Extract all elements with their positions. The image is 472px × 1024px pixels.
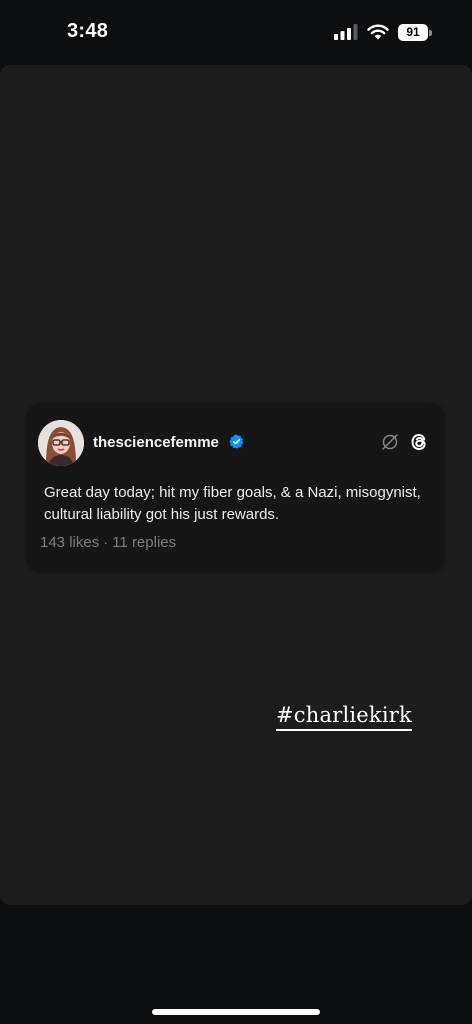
cellular-signal-icon <box>334 24 358 40</box>
battery-cap <box>429 29 432 36</box>
replies-count[interactable]: 11 replies <box>112 534 176 551</box>
battery-level: 91 <box>406 25 420 39</box>
status-indicators: 91 <box>334 22 432 42</box>
wifi-icon <box>367 24 389 40</box>
story-screen: 3:48 91 thesciencefemme Great day today;… <box>0 0 472 1024</box>
status-bar: 3:48 91 <box>0 0 472 64</box>
avatar[interactable] <box>38 420 84 466</box>
status-time: 3:48 <box>67 20 109 42</box>
hashtag-sticker[interactable]: #charliekirk <box>276 702 412 731</box>
threads-post-card[interactable]: thesciencefemme Great day today; hit my … <box>27 403 444 571</box>
story-canvas: thesciencefemme Great day today; hit my … <box>0 65 472 905</box>
likes-count[interactable]: 143 likes <box>40 534 99 551</box>
battery-body: 91 <box>398 23 428 41</box>
home-indicator[interactable] <box>152 1009 320 1015</box>
verified-badge-icon <box>229 434 244 449</box>
mute-icon[interactable] <box>381 433 399 451</box>
threads-logo-icon[interactable] <box>407 430 431 454</box>
stats-separator: · <box>103 534 109 551</box>
post-username[interactable]: thesciencefemme <box>93 434 219 451</box>
avatar-photo <box>38 420 84 466</box>
post-text: Great day today; hit my fiber goals, & a… <box>44 484 421 523</box>
post-stats: 143 likes · 11 replies <box>40 534 176 551</box>
battery-icon: 91 <box>398 23 432 41</box>
